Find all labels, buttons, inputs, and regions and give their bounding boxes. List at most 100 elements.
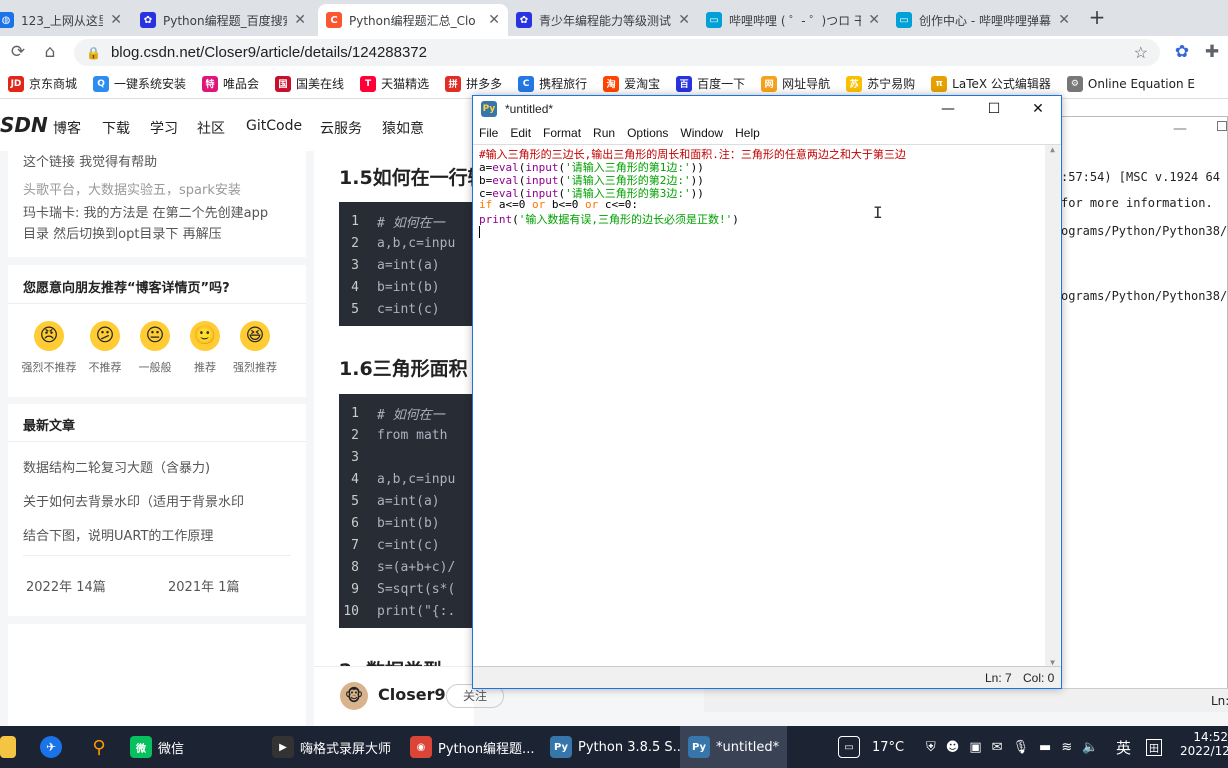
code-text: print("{:. <box>377 603 456 619</box>
reload-icon[interactable]: ⟳ <box>6 40 30 64</box>
browser-tab[interactable]: ▭ 哔哩哔哩 ( ゜- ゜)つロ 干杯 ✕ <box>698 4 888 36</box>
article-link[interactable]: 关于如何去背景水印（适用于背景水印 <box>23 491 244 510</box>
nav-item[interactable]: 云服务 <box>320 118 362 138</box>
ime-indicator[interactable]: 英 <box>1116 726 1131 768</box>
shell-banner-line: for more information. <box>1061 196 1213 210</box>
bookmark-item[interactable]: 苏苏宁易购 <box>838 75 923 92</box>
taskbar-app[interactable]: ▶ 嗨格式录屏大师 <box>272 726 391 768</box>
article-link[interactable]: 结合下图，说明UART的工作原理 <box>23 525 213 544</box>
camera-icon[interactable]: ▣ <box>969 740 981 755</box>
taskbar-app[interactable]: Py Python 3.8.5 S... <box>550 726 685 768</box>
bookmark-item[interactable]: Q 一键系统安装 <box>85 75 194 92</box>
comment-line[interactable]: 玛卡瑞卡: 我的方法是 在第二个先创建app <box>23 202 268 221</box>
close-icon[interactable]: ✕ <box>1015 96 1061 122</box>
browser-tab[interactable]: ✿ Python编程题_百度搜索 ✕ <box>132 4 314 36</box>
extension-paw-icon[interactable]: ✿ <box>1170 40 1194 64</box>
nav-item[interactable]: 博客 <box>53 118 81 138</box>
bookmark-item[interactable]: 特唯品会 <box>194 75 267 92</box>
mic-icon[interactable]: 🎙 <box>1013 740 1030 755</box>
bookmark-item[interactable]: 百百度一下 <box>668 75 753 92</box>
new-tab-icon[interactable]: + <box>1082 4 1112 30</box>
bookmark-item[interactable]: T 天猫精选 <box>352 75 437 92</box>
bookmark-item[interactable]: C 携程旅行 <box>510 75 595 92</box>
browser-tab[interactable]: ✿ 青少年编程能力等级测试 ✕ <box>508 4 698 36</box>
comment-line[interactable]: 目录 然后切换到opt目录下 再解压 <box>23 223 222 242</box>
taskbar-app-label: Python 3.8.5 S... <box>578 739 686 755</box>
close-tab-icon[interactable]: ✕ <box>868 12 880 28</box>
minimize-icon[interactable]: — <box>1173 121 1187 137</box>
bookmark-item[interactable]: 淘爱淘宝 <box>595 75 668 92</box>
windows-taskbar: ✈ ⚲ 微微信 ▶ 嗨格式录屏大师 ◉ Python编程题... Py Python 3.8… <box>0 726 1228 768</box>
close-tab-icon[interactable]: ✕ <box>110 12 122 28</box>
wifi-icon[interactable]: ≋ <box>1061 740 1072 755</box>
bookmark-item[interactable]: π LaTeX 公式编辑器 <box>923 75 1059 92</box>
star-icon[interactable]: ☆ <box>1134 43 1148 63</box>
emoji-face-icon: 😕 <box>90 321 120 351</box>
maximize-icon[interactable]: ☐ <box>971 96 1017 122</box>
menu-file[interactable]: File <box>473 126 504 140</box>
menu-help[interactable]: Help <box>729 126 766 140</box>
menu-options[interactable]: Options <box>621 126 674 140</box>
code-block-2: 1 # 如何在一 2 from math 3 4 a,b,c=inpu 5 a=int(a) 6 b… <box>339 394 479 628</box>
vertical-scrollbar[interactable]: ▲ ▼ <box>1045 145 1060 667</box>
shield-icon[interactable]: ⛨ <box>926 740 936 755</box>
bookmark-item[interactable]: JD 京东商城 <box>0 75 85 92</box>
code-text: from math <box>377 427 448 443</box>
author-name[interactable]: Closer9 <box>378 685 446 704</box>
browser-tab[interactable]: ◍ 123_上网从这里开始 ✕ <box>0 4 130 36</box>
nav-item[interactable]: GitCode <box>246 118 302 134</box>
nav-item[interactable]: 下载 <box>102 118 130 138</box>
menu-window[interactable]: Window <box>674 126 729 140</box>
wechat-tray-icon[interactable]: ✉ <box>992 740 1003 755</box>
tray-app-icon[interactable]: ☻ <box>946 740 960 755</box>
browser-tab[interactable]: ▭ 创作中心 - 哔哩哔哩弹幕 ✕ <box>888 4 1078 36</box>
menu-run[interactable]: Run <box>587 126 621 140</box>
address-bar[interactable]: 🔒 blog.csdn.net/Closer9/article/details/… <box>74 39 1160 66</box>
close-tab-icon[interactable]: ✕ <box>1058 12 1070 28</box>
minimize-icon[interactable]: — <box>925 96 971 122</box>
search-icon[interactable]: ⚲ <box>88 726 110 768</box>
archive-2021[interactable]: 2021年 1篇 <box>168 576 240 595</box>
article-link[interactable]: 数据结构二轮复习大题（含暴力) <box>23 457 210 476</box>
comment-line[interactable]: 这个链接 我觉得有帮助 <box>23 151 157 170</box>
weather-text[interactable]: 17°C <box>872 726 904 768</box>
nav-item[interactable]: 社区 <box>197 118 225 138</box>
survey-option[interactable]: 😠 强烈不推荐 <box>18 321 80 375</box>
volume-icon[interactable]: 🔈 <box>1082 740 1098 755</box>
close-tab-icon[interactable]: ✕ <box>678 12 690 28</box>
avatar[interactable]: 🐵 <box>340 682 368 710</box>
home-icon[interactable]: ⌂ <box>38 40 62 64</box>
latest-articles-card: 最新文章 数据结构二轮复习大题（含暴力) 关于如何去背景水印（适用于背景水印 结… <box>8 404 306 616</box>
taskbar-app[interactable]: 微微信 <box>130 726 184 768</box>
bookmark-item[interactable]: ⚙ Online Equation E <box>1059 75 1203 92</box>
code-text: S=sqrt(s*( <box>377 581 456 597</box>
archive-2022[interactable]: 2022年 14篇 <box>26 576 106 595</box>
ime-mode-icon[interactable]: 田 <box>1146 726 1162 768</box>
file-explorer-icon[interactable] <box>0 726 16 768</box>
bookmark-item[interactable]: 拼拼多多 <box>437 75 510 92</box>
battery-icon[interactable]: ▬ <box>1039 740 1051 755</box>
bookmark-item[interactable]: 国国美在线 <box>267 75 352 92</box>
close-tab-icon[interactable]: ✕ <box>294 12 306 28</box>
maximize-icon[interactable] <box>1217 121 1227 131</box>
bookmark-item[interactable]: 网网址导航 <box>753 75 838 92</box>
menu-format[interactable]: Format <box>537 126 587 140</box>
widgets-icon[interactable]: ▭ <box>838 726 860 768</box>
extensions-puzzle-icon[interactable]: ✚ <box>1200 40 1224 64</box>
csdn-logo[interactable]: SDN <box>0 113 48 137</box>
browser-tab[interactable]: C Python编程题汇总_Clo ✕ <box>318 4 508 36</box>
idle-title-bar[interactable]: Py *untitled* — ☐ ✕ <box>473 96 1061 122</box>
nav-item[interactable]: 猿如意 <box>382 118 424 138</box>
clock[interactable]: 14:52 2022/12/ <box>1180 730 1228 758</box>
close-tab-icon[interactable]: ✕ <box>488 12 500 28</box>
app-launcher-icon[interactable]: ✈ <box>40 726 62 768</box>
taskbar-app[interactable]: ◉ Python编程题... <box>410 726 534 768</box>
related-link[interactable]: 头歌平台，大数据实验五，spark安装 <box>23 179 241 198</box>
scroll-up-icon[interactable]: ▲ <box>1045 145 1060 154</box>
survey-option[interactable]: 😆 强烈推荐 <box>224 321 286 375</box>
taskbar-app[interactable]: Py *untitled* <box>680 726 788 768</box>
code-editor[interactable]: #输入三角形的三边长,输出三角形的周长和面积.注：三角形的任意两边之和大于第三边… <box>473 144 1061 667</box>
nav-item[interactable]: 学习 <box>150 118 178 138</box>
line-number: 5 <box>351 301 359 317</box>
menu-edit[interactable]: Edit <box>504 126 537 140</box>
